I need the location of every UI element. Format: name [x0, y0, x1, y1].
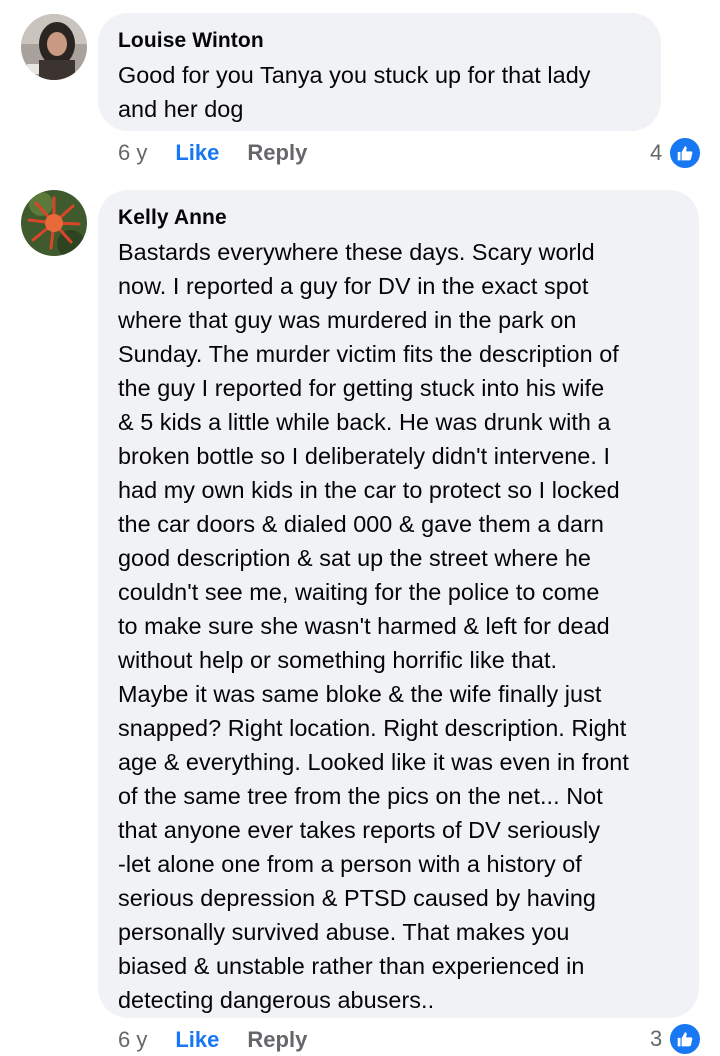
comment-timestamp[interactable]: 6 y [118, 140, 147, 166]
reply-button[interactable]: Reply [247, 1027, 307, 1053]
like-button[interactable]: Like [175, 1027, 219, 1053]
like-button[interactable]: Like [175, 140, 219, 166]
avatar-photo-kelly [21, 190, 87, 256]
comment-author[interactable]: Kelly Anne [118, 204, 679, 232]
comment-bubble: Kelly Anne Bastards everywhere these day… [98, 190, 699, 1018]
comment-bubble: Louise Winton Good for you Tanya you stu… [98, 13, 661, 131]
comment-timestamp[interactable]: 6 y [118, 1027, 147, 1053]
avatar[interactable] [21, 190, 87, 256]
avatar[interactable] [21, 14, 87, 80]
avatar-photo-louise [21, 14, 87, 80]
thumbs-up-icon [668, 136, 703, 170]
reply-button[interactable]: Reply [247, 140, 307, 166]
comment-actions: 6 y Like Reply [118, 1026, 307, 1054]
comment-text: Good for you Tanya you stuck up for that… [118, 62, 591, 122]
reaction-summary[interactable]: 4 [650, 136, 703, 170]
reaction-summary[interactable]: 3 [650, 1022, 703, 1056]
reaction-count: 3 [650, 1026, 663, 1051]
comment-author[interactable]: Louise Winton [118, 27, 641, 55]
reaction-count: 4 [650, 140, 663, 165]
thumbs-up-icon [668, 1022, 703, 1056]
comment-actions: 6 y Like Reply [118, 139, 307, 167]
comment-text: Bastards everywhere these days. Scary wo… [118, 239, 629, 1013]
